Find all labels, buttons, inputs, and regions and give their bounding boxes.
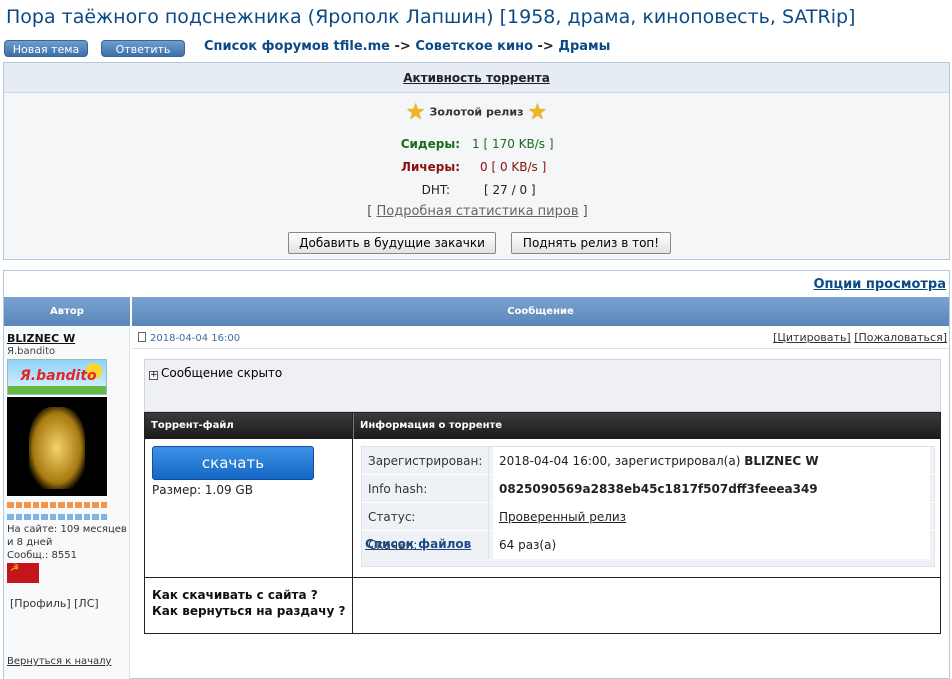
howto-links: Как скачивать с сайта ? Как вернуться на… [152,587,345,619]
breadcrumb: Список форумов tfile.me -> Советское кин… [204,39,610,54]
back-to-top-link[interactable]: Вернуться к началу [7,656,111,667]
post-actions: [Цитировать] [Пожаловаться] [773,331,947,344]
registered-by: BLIZNEC W [744,454,819,468]
dht-value: [ 27 / 0 ] [484,183,536,197]
breadcrumb-separator: -> [389,39,416,54]
expand-plus-icon[interactable]: + [149,371,158,380]
author-links: [Профиль] [ЛС] [10,597,99,610]
download-button[interactable]: скачать [152,446,314,480]
view-options-link[interactable]: Опции просмотра [813,277,946,292]
post-icon [138,332,146,342]
peer-stats-row: [ Подробная статистика пиров ] [4,204,951,219]
registered-label: Зарегистрирован: [368,454,483,468]
rating-bar-blue [7,514,107,520]
info-row-status: Статус: Проверенный релиз [362,503,936,531]
rating-bar-orange [7,502,107,508]
profile-link[interactable]: [Профиль] [10,597,71,610]
file-list-link[interactable]: Список файлов [365,537,471,551]
howto-download-link[interactable]: Как скачивать с сайта ? [152,587,345,603]
add-future-downloads-button[interactable]: Добавить в будущие закачки [288,232,496,254]
author-name[interactable]: BLIZNEC W [7,332,75,345]
seeders-label: Сидеры: [400,137,460,151]
torrent-info-header: Информация о торренте [353,413,940,439]
howto-return-link[interactable]: Как вернуться на раздачу ? [152,603,345,619]
gold-release-row: ★ Золотой релиз ★ [4,100,949,125]
rank-badge-image: Я.bandito [7,359,107,395]
gold-release-label: Золотой релиз [429,105,524,119]
hidden-message-spoiler[interactable]: + Сообщение скрыто [144,359,941,412]
table-divider [352,413,353,633]
torrent-table: Торрент-файл Информация о торренте скача… [144,412,941,634]
post-date[interactable]: 2018-04-04 16:00 [150,333,240,344]
author-online-time: На сайте: 109 месяцев и 8 дней [7,524,127,548]
torrent-size: Размер: 1.09 GB [152,483,253,497]
status-value[interactable]: Проверенный релиз [493,503,930,531]
star-icon: ★ [527,100,548,125]
spoiler-header[interactable]: + Сообщение скрыто [149,366,282,380]
message-column-header: Сообщение [132,297,949,326]
info-row-hash: Info hash: 0825090569a2838eb45c1817f507d… [362,475,936,503]
torrent-activity-panel: Активность торрента ★ Золотой релиз ★ Сиде… [3,62,950,260]
ussr-flag-icon [7,563,39,583]
breadcrumb-drama-link[interactable]: Драмы [558,39,610,54]
post-meta: 2018-04-04 16:00 [138,332,240,344]
report-link[interactable]: [Пожаловаться] [854,331,947,344]
leechers-value: 0 [ 0 KB/s ] [480,160,547,174]
avatar [7,397,107,496]
message-panel: 2018-04-04 16:00 [Цитировать] [Пожаловат… [132,327,949,679]
reply-button[interactable]: Ответить [101,40,185,57]
page-title: Пора таёжного подснежника (Ярополк Лапши… [6,6,856,28]
new-topic-button[interactable]: Новая тема [4,40,88,57]
breadcrumb-soviet-cinema-link[interactable]: Советское кино [415,39,533,54]
author-post-count: Сообщ.: 8551 [7,550,77,561]
topic-posts: Опции просмотра Автор Сообщение BLIZNEC … [3,270,950,679]
breadcrumb-separator: -> [533,39,559,54]
spoiler-label[interactable]: Сообщение скрыто [161,366,282,380]
seeders-value: 1 [ 170 KB/s ] [472,137,554,151]
author-column-header: Автор [4,297,130,326]
bracket: ] [578,204,588,219]
dht-label: DHT: [421,183,450,197]
torrent-file-header: Торрент-файл [145,413,352,439]
raise-release-button[interactable]: Поднять релиз в топ! [511,232,671,254]
star-icon: ★ [405,100,426,125]
registered-value: 2018-04-04 16:00, зарегистрировал(а) BLI… [493,447,930,475]
registered-date: 2018-04-04 16:00, зарегистрировал(а) [499,454,741,468]
hash-value: 0825090569a2838eb45c1817f507dff3feeea349 [493,475,930,503]
peer-stats-link[interactable]: Подробная статистика пиров [376,204,578,219]
quote-link[interactable]: [Цитировать] [773,331,851,344]
status-label: Статус: [368,510,416,524]
downloaded-value: 64 раз(а) [493,531,930,559]
author-panel: BLIZNEC W Я.bandito Я.bandito На сайте: … [4,327,130,679]
post-divider [132,348,949,349]
badge-text: Я.bandito [20,368,97,384]
gemini-figure-image [29,407,85,489]
leechers-label: Личеры: [401,160,460,174]
author-rank: Я.bandito [7,346,56,357]
activity-title: Активность торрента [4,63,949,93]
breadcrumb-forums-link[interactable]: Список форумов tfile.me [204,39,390,54]
info-row-registered: Зарегистрирован: 2018-04-04 16:00, зарег… [362,447,936,475]
hash-label: Info hash: [368,482,428,496]
private-message-link[interactable]: [ЛС] [74,597,99,610]
badge-grass [8,386,106,394]
table-divider [145,577,940,578]
